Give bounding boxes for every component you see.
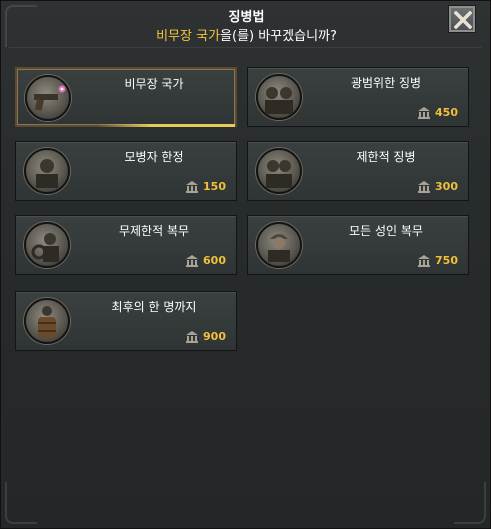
close-icon xyxy=(454,11,472,29)
law-label: 최후의 한 명까지 xyxy=(111,300,197,314)
conscription-law-dialog: 징병법 비무장 국가을(를) 바꾸겠습니까? 비무장 국가 광범위한 징병 45… xyxy=(0,0,491,529)
law-cost: 150 xyxy=(185,180,226,193)
cost-value: 150 xyxy=(203,180,226,193)
soldier-portrait-icon xyxy=(24,148,70,194)
soldiers-portrait-icon xyxy=(256,148,302,194)
law-card-limited[interactable]: 모병자 한정 150 xyxy=(15,141,237,201)
law-label: 모병자 한정 xyxy=(124,150,184,164)
law-label: 무제한적 복무 xyxy=(118,224,190,238)
political-power-icon xyxy=(418,180,431,193)
political-power-icon xyxy=(186,254,199,267)
cost-value: 750 xyxy=(435,254,458,267)
pistol-icon xyxy=(25,75,71,121)
law-label: 모든 성인 복무 xyxy=(349,224,423,238)
law-cost: 450 xyxy=(417,106,458,119)
dialog-title: 징병법 xyxy=(228,10,265,25)
law-label: 제한적 징병 xyxy=(356,150,416,164)
law-label: 비무장 국가 xyxy=(124,77,184,91)
old-soldier-portrait-icon xyxy=(256,222,302,268)
law-card-unlimited[interactable]: 무제한적 복무 600 xyxy=(15,215,237,275)
law-cost: 900 xyxy=(185,330,226,343)
cost-value: 450 xyxy=(435,106,458,119)
law-card-all-adults[interactable]: 모든 성인 복무 750 xyxy=(247,215,469,275)
law-cost: 300 xyxy=(417,180,458,193)
law-card-scraping-barrel[interactable]: 최후의 한 명까지 900 xyxy=(15,291,237,351)
political-power-icon xyxy=(418,254,431,267)
law-card-disarmed[interactable]: 비무장 국가 xyxy=(15,67,237,127)
corner-ornament xyxy=(5,482,37,524)
soldier-portrait-icon xyxy=(24,222,70,268)
political-power-icon xyxy=(418,106,431,119)
cost-value: 900 xyxy=(203,330,226,343)
political-power-icon xyxy=(186,330,199,343)
question-text: 을(를) 바꾸겠습니까? xyxy=(220,29,337,44)
cost-value: 600 xyxy=(203,254,226,267)
law-cost: 600 xyxy=(185,254,226,267)
soldiers-portrait-icon xyxy=(256,74,302,120)
header-divider xyxy=(9,47,482,48)
political-power-icon xyxy=(186,180,199,193)
law-label: 광범위한 징병 xyxy=(350,76,422,90)
law-card-volunteer[interactable]: 광범위한 징병 450 xyxy=(247,67,469,127)
corner-ornament xyxy=(454,482,486,524)
current-law-name: 비무장 국가 xyxy=(156,29,221,44)
close-button[interactable] xyxy=(448,5,476,33)
law-card-limited-conscription[interactable]: 제한적 징병 300 xyxy=(247,141,469,201)
cost-value: 300 xyxy=(435,180,458,193)
dialog-question: 비무장 국가을(를) 바꾸겠습니까? xyxy=(1,25,491,44)
barrel-soldier-portrait-icon xyxy=(24,298,70,344)
law-cost: 750 xyxy=(417,254,458,267)
